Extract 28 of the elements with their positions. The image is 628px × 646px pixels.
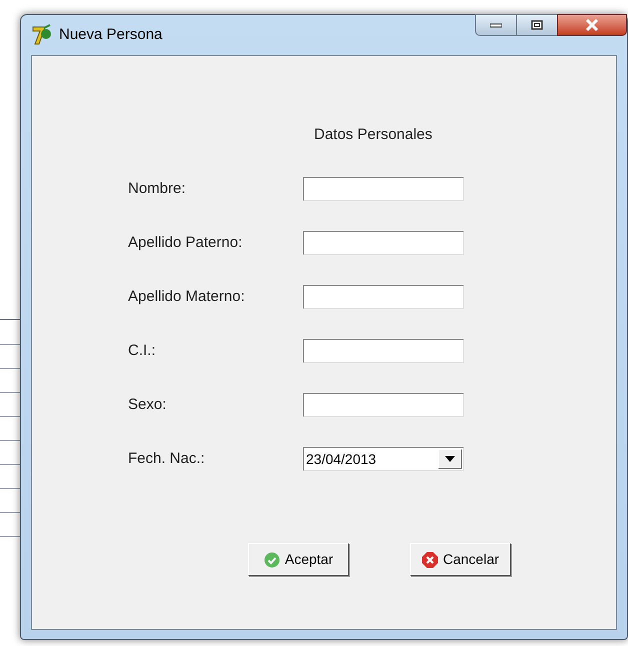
input-field[interactable] xyxy=(303,393,464,417)
date-picker[interactable]: 23/04/2013 xyxy=(303,447,464,471)
caret-icon xyxy=(445,456,455,462)
input-field[interactable] xyxy=(303,339,464,363)
maximize-icon xyxy=(531,20,543,30)
check-icon xyxy=(264,552,280,568)
minimize-button[interactable] xyxy=(475,14,517,36)
minimize-icon xyxy=(490,22,502,28)
maximize-button[interactable] xyxy=(517,14,557,36)
field-label: Fech. Nac.: xyxy=(128,448,206,469)
date-value: 23/04/2013 xyxy=(305,450,378,468)
dropdown-button[interactable] xyxy=(438,449,462,469)
app-icon xyxy=(31,24,53,46)
section-title: Datos Personales xyxy=(314,125,432,145)
field-label: Nombre: xyxy=(128,178,187,199)
field-label: Apellido Materno: xyxy=(128,286,246,307)
window-title: Nueva Persona xyxy=(59,25,162,45)
field-label: Apellido Paterno: xyxy=(128,232,244,253)
input-field[interactable] xyxy=(303,285,464,309)
field-label: Sexo: xyxy=(128,394,168,415)
input-field[interactable] xyxy=(303,231,464,255)
accept-button[interactable]: Aceptar xyxy=(248,543,349,576)
close-icon xyxy=(585,19,599,31)
cancel-icon xyxy=(422,552,438,568)
close-button[interactable] xyxy=(557,14,627,36)
input-field[interactable] xyxy=(303,177,464,201)
field-label: C.I.: xyxy=(128,340,157,361)
cancel-button[interactable]: Cancelar xyxy=(410,543,511,576)
